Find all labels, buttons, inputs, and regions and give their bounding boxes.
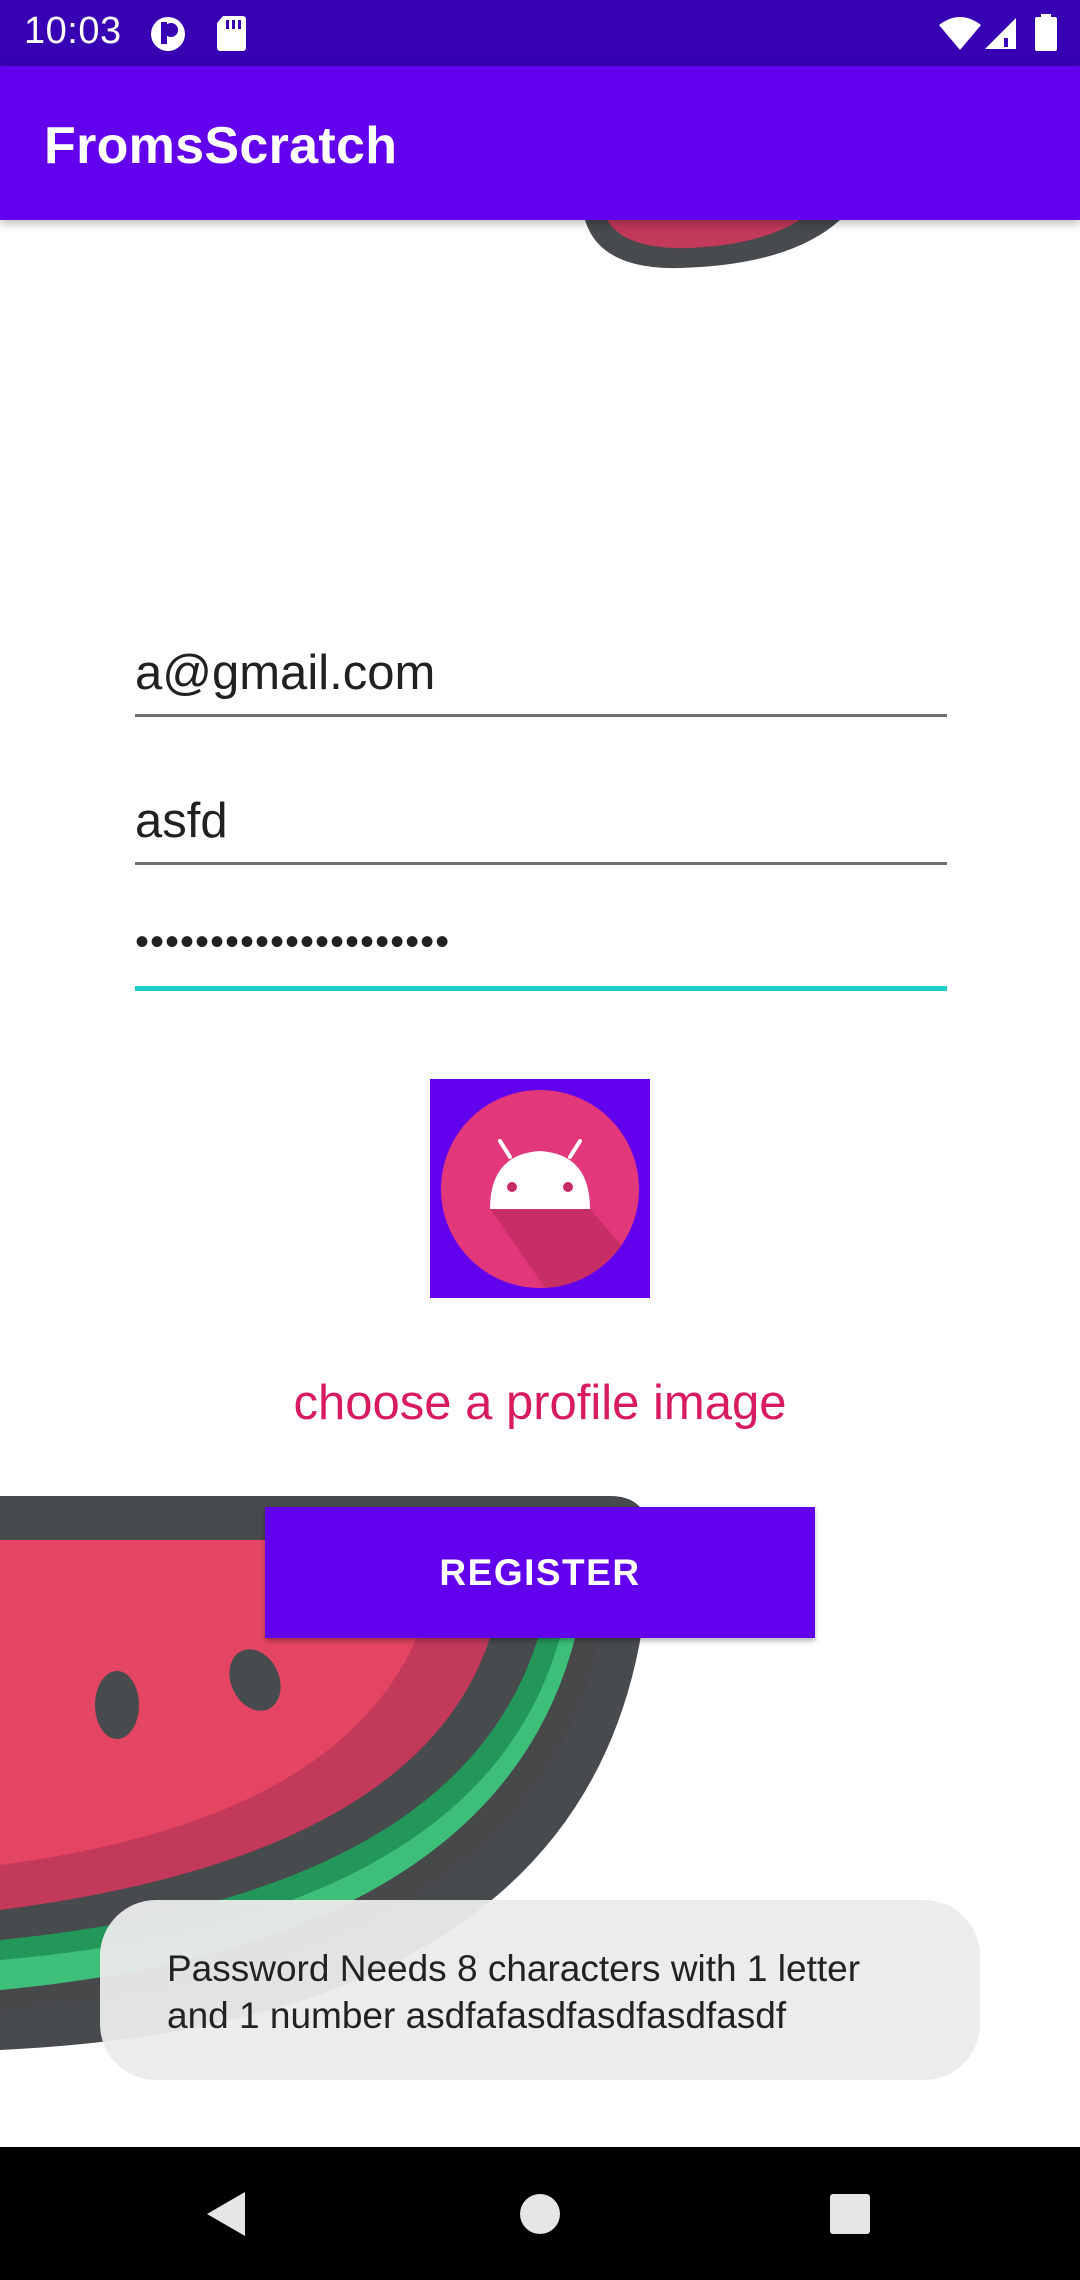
- recents-icon[interactable]: [820, 2184, 880, 2244]
- screen: 10:03 FromsScratch a@gmail.com asfd ••••…: [0, 0, 1080, 2280]
- username-underline: [135, 862, 947, 865]
- password-field[interactable]: •••••••••••••••••••••: [135, 920, 947, 980]
- register-form-content: ••••••••••••••••••••• choose a profile i…: [0, 220, 1080, 2147]
- android-icon: [441, 1090, 639, 1288]
- status-bar: 10:03: [0, 0, 1080, 66]
- home-icon[interactable]: [510, 2184, 570, 2244]
- password-underline: [135, 986, 947, 991]
- register-button[interactable]: REGISTER: [265, 1507, 815, 1638]
- email-underline: [135, 714, 947, 717]
- sync-icon: [151, 17, 185, 51]
- app-title: FromsScratch: [44, 117, 398, 175]
- wifi-icon: [939, 17, 981, 50]
- profile-image-button[interactable]: [430, 1079, 650, 1298]
- toast-message: Password Needs 8 characters with 1 lette…: [100, 1900, 980, 2080]
- app-bar: FromsScratch: [0, 66, 1080, 220]
- email-field[interactable]: [135, 640, 947, 706]
- toast-text: Password Needs 8 characters with 1 lette…: [167, 1948, 861, 2036]
- status-time: 10:03: [24, 10, 122, 52]
- choose-profile-image-label[interactable]: choose a profile image: [0, 1375, 1080, 1431]
- username-field[interactable]: [135, 788, 947, 854]
- back-icon[interactable]: [195, 2184, 255, 2244]
- battery-icon: [1035, 14, 1057, 51]
- cellular-signal-icon: [985, 18, 1016, 49]
- navigation-bar: [0, 2147, 1080, 2280]
- sd-card-icon: [217, 16, 246, 51]
